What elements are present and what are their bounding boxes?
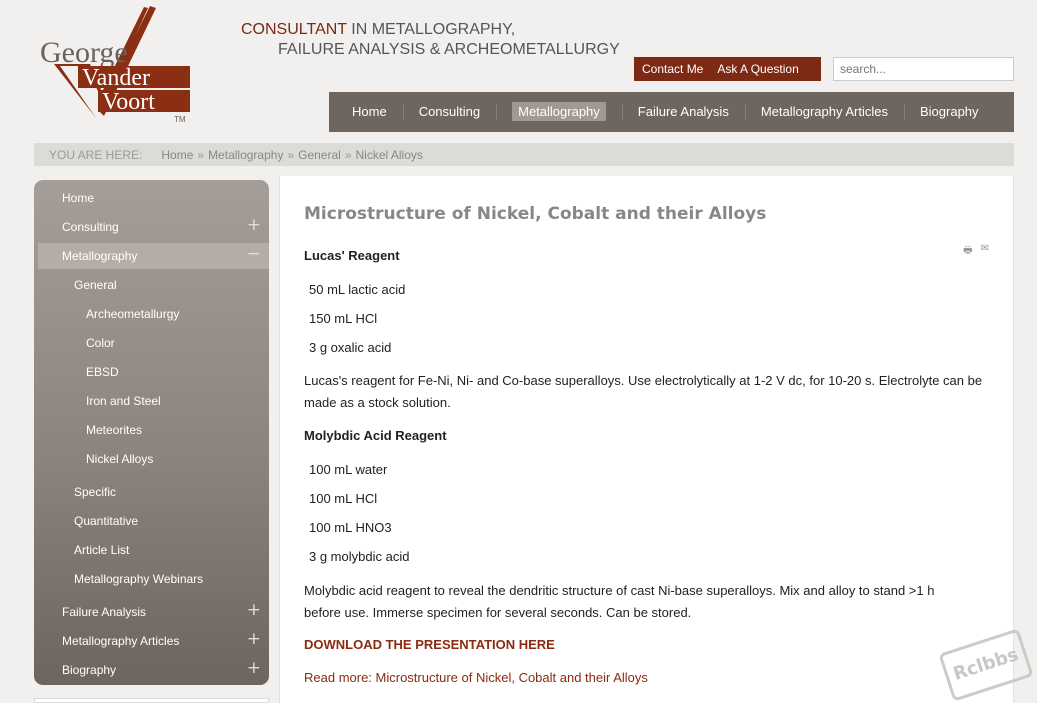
sidebar-item-label: General — [74, 278, 117, 292]
reagent-ingredient: 3 g oxalic acid — [309, 340, 392, 355]
nav-consulting-label: Consulting — [418, 104, 481, 119]
sidebar-item-label: Meteorites — [86, 423, 143, 437]
nav-metallography-label: Metallography — [512, 102, 606, 121]
contact-me-button[interactable]: Contact Me — [642, 62, 703, 76]
site-tagline: CONSULTANT IN METALLOGRAPHY, FAILURE ANA… — [241, 20, 620, 60]
sidebar-item-label: Article List — [74, 543, 130, 557]
breadcrumb-label: YOU ARE HERE: — [49, 147, 143, 162]
sidebar-item-metallography[interactable]: Metallography − — [38, 243, 269, 269]
section-heading: Lucas' Reagent — [304, 248, 400, 263]
breadcrumb-home[interactable]: Home — [161, 148, 193, 162]
nav-metallography-articles-label: Metallography Articles — [760, 104, 888, 119]
reagent-ingredient: 3 g molybdic acid — [309, 549, 410, 564]
breadcrumb: YOU ARE HERE: Home » Metallography » Gen… — [34, 143, 1014, 166]
expand-icon[interactable]: + — [247, 602, 261, 619]
sidebar-item-home[interactable]: Home — [34, 185, 269, 211]
email-icon[interactable]: ✉ — [981, 243, 989, 260]
breadcrumb-metallography[interactable]: Metallography — [208, 148, 283, 162]
download-link[interactable]: DOWNLOAD THE PRESENTATION HERE — [304, 634, 555, 656]
nav-biography-label: Biography — [920, 104, 979, 119]
collapse-icon[interactable]: − — [247, 246, 261, 263]
sidebar-menu: Home Consulting + Metallography − General … — [34, 180, 269, 685]
sidebar-item-label: Home — [62, 191, 95, 205]
logo-tm: TM — [174, 115, 186, 124]
sidebar-item-label: Biography — [62, 663, 117, 677]
breadcrumb-separator: » — [344, 147, 352, 162]
expand-icon[interactable]: + — [247, 631, 261, 648]
sidebar-item-iron-and-steel[interactable]: Iron and Steel — [34, 388, 269, 414]
sidebar-item-metallography-webinars[interactable]: Metallography Webinars — [34, 566, 269, 592]
paragraph: Molybdic acid reagent to reveal the dend… — [304, 583, 935, 620]
sidebar-item-specific[interactable]: Specific — [34, 479, 269, 505]
main-nav: Home Consulting Metallography Failure An… — [329, 92, 1014, 132]
top-action-bar: Contact Me Ask A Question — [634, 57, 821, 81]
ask-question-button[interactable]: Ask A Question — [717, 62, 798, 76]
nav-item-consulting[interactable]: Consulting — [402, 102, 496, 122]
sidebar-item-archeometallurgy[interactable]: Archeometallurgy — [34, 301, 269, 327]
reagent-ingredient: 150 mL HCl — [309, 311, 378, 326]
nav-home-label: Home — [352, 104, 387, 119]
breadcrumb-separator: » — [287, 147, 295, 162]
article-panel: Microstructure of Nickel, Cobalt and the… — [279, 176, 1014, 703]
section-heading: Molybdic Acid Reagent — [304, 428, 447, 443]
sidebar-item-label: Iron and Steel — [86, 394, 161, 408]
nav-item-failure-analysis[interactable]: Failure Analysis — [621, 102, 745, 122]
article-title: Microstructure of Nickel, Cobalt and the… — [304, 204, 767, 224]
sidebar-item-label: Metallography Webinars — [74, 572, 204, 586]
sidebar-item-label: Archeometallurgy — [86, 307, 180, 321]
reagent-ingredient: 100 mL HNO3 — [309, 520, 392, 535]
search-input[interactable] — [833, 57, 1014, 81]
sidebar-item-label: Color — [86, 336, 115, 350]
logo-line2: Vander — [82, 65, 150, 91]
expand-icon[interactable]: + — [247, 660, 261, 677]
sidebar-item-color[interactable]: Color — [34, 330, 269, 356]
reagent-ingredient: 100 mL water — [309, 462, 388, 477]
read-more-link[interactable]: Read more: Microstructure of Nickel, Cob… — [304, 667, 648, 689]
sidebar-item-label: Metallography Articles — [62, 634, 180, 648]
print-icon[interactable]: 🖶 — [963, 243, 972, 260]
logo-graphic: George Vander Voort TM — [40, 6, 190, 124]
sidebar-item-label: EBSD — [86, 365, 119, 379]
sidebar-item-consulting[interactable]: Consulting + — [34, 214, 269, 240]
sidebar-item-label: Nickel Alloys — [86, 452, 154, 466]
logo-line3: Voort — [102, 89, 155, 115]
nav-item-metallography-articles[interactable]: Metallography Articles — [744, 102, 904, 122]
site-logo[interactable]: George Vander Voort TM — [38, 6, 198, 124]
nav-failure-analysis-label: Failure Analysis — [637, 104, 729, 119]
nav-item-metallography[interactable]: Metallography — [496, 102, 622, 122]
sidebar-bottom-panel — [34, 698, 269, 703]
tagline-accent: CONSULTANT — [241, 21, 347, 38]
sidebar-item-ebsd[interactable]: EBSD — [34, 359, 269, 385]
sidebar-item-label: Metallography — [62, 249, 138, 263]
sidebar-item-label: Failure Analysis — [62, 605, 147, 619]
tagline-line1: IN METALLOGRAPHY, — [346, 21, 516, 38]
sidebar-item-metallography-articles[interactable]: Metallography Articles + — [34, 628, 269, 654]
nav-item-biography[interactable]: Biography — [904, 102, 995, 122]
sidebar-item-article-list[interactable]: Article List — [34, 537, 269, 563]
sidebar-item-label: Specific — [74, 485, 117, 499]
nav-item-home[interactable]: Home — [329, 102, 403, 122]
sidebar-item-general[interactable]: General — [34, 272, 269, 298]
sidebar-item-label: Quantitative — [74, 514, 139, 528]
tagline-line2: FAILURE ANALYSIS & ARCHEOMETALLURGY — [278, 41, 620, 58]
sidebar-item-failure-analysis[interactable]: Failure Analysis + — [34, 599, 269, 625]
expand-icon[interactable]: + — [247, 217, 261, 234]
article-tools: 🖶 ✉ — [963, 243, 989, 260]
breadcrumb-general[interactable]: General — [298, 148, 341, 162]
paragraph: Lucas's reagent for Fe-Ni, Ni- and Co-ba… — [304, 373, 983, 410]
sidebar-item-label: Consulting — [62, 220, 119, 234]
sidebar-item-biography[interactable]: Biography + — [34, 657, 269, 683]
breadcrumb-separator: » — [197, 147, 205, 162]
breadcrumb-current: Nickel Alloys — [355, 147, 423, 162]
sidebar-item-meteorites[interactable]: Meteorites — [34, 417, 269, 443]
sidebar-item-nickel-alloys[interactable]: Nickel Alloys — [34, 446, 269, 472]
reagent-ingredient: 100 mL HCl — [309, 491, 378, 506]
reagent-ingredient: 50 mL lactic acid — [309, 282, 406, 297]
sidebar-item-quantitative[interactable]: Quantitative — [34, 508, 269, 534]
